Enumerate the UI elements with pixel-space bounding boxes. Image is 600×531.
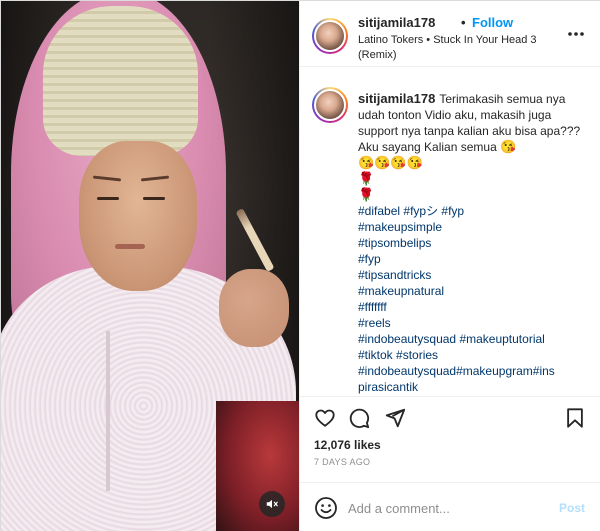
kiss-emoji-row: 😘😘😘😘 — [358, 155, 423, 170]
hashtag-link[interactable]: #tiktok — [358, 348, 393, 362]
post-dialog: sitijamila178 • Follow Latino Tokers • S… — [0, 0, 600, 531]
video-face-eye — [97, 197, 119, 200]
hashtag-row: #tiktok #stories — [358, 347, 590, 363]
caption-username[interactable]: sitijamila178 — [358, 91, 435, 106]
share-icon — [385, 408, 406, 428]
video-face-mouth — [115, 244, 145, 249]
hashtag-link[interactable]: #stories — [396, 348, 438, 362]
hashtag-link[interactable]: #tipsandtricks — [358, 267, 590, 283]
share-button[interactable] — [384, 407, 406, 429]
hashtag-link[interactable]: pirasicantik — [358, 379, 590, 395]
emoji-icon — [315, 497, 337, 519]
hashtag-link[interactable]: #fyp — [358, 251, 590, 267]
post-date[interactable]: 7 DAYS AGO — [314, 457, 370, 467]
video-person-cap — [43, 6, 198, 156]
hashtag-link[interactable]: #fffffff — [358, 299, 590, 315]
post-details-panel: sitijamila178 • Follow Latino Tokers • S… — [299, 1, 600, 531]
header-username[interactable]: sitijamila178 — [358, 15, 435, 30]
hashtag-link[interactable]: #reels — [358, 315, 590, 331]
avatar[interactable] — [312, 18, 348, 54]
rose-emoji: 🌹 — [358, 171, 375, 186]
video-shirt-zipper — [106, 331, 110, 491]
post-comment-button[interactable]: Post — [559, 501, 585, 515]
follow-button[interactable]: Follow — [472, 15, 513, 30]
mute-button[interactable] — [259, 491, 285, 517]
video-face-eye — [143, 197, 165, 200]
save-button[interactable] — [564, 407, 586, 429]
video-red-fabric — [216, 401, 299, 531]
heart-icon — [315, 409, 335, 427]
video-person-face — [79, 141, 197, 291]
post-header: sitijamila178 • Follow Latino Tokers • S… — [300, 1, 600, 67]
hashtag-link[interactable]: #tipsombelips — [358, 235, 590, 251]
likes-count[interactable]: 12,076 likes — [314, 438, 381, 452]
add-comment-bar: Post — [300, 482, 600, 531]
video-person-hand — [219, 269, 289, 347]
comment-button[interactable] — [348, 407, 370, 429]
muted-audio-icon — [266, 499, 278, 509]
hashtag-link[interactable]: #indobeautysquad — [358, 332, 456, 346]
hashtag-row: #difabel #fypシ #fyp — [358, 203, 590, 219]
bookmark-icon — [567, 408, 583, 428]
kiss-emoji: 😘 — [500, 139, 517, 154]
like-button[interactable] — [314, 407, 336, 429]
hashtag-link[interactable]: #fyp — [441, 204, 464, 218]
comment-icon — [349, 408, 370, 429]
post-caption: sitijamila178 Terimakasih semua nya udah … — [358, 91, 590, 395]
caption-avatar[interactable] — [312, 87, 348, 123]
caption-section: sitijamila178 Terimakasih semua nya udah … — [300, 67, 600, 397]
hashtag-row: #indobeautysquad #makeuptutorial — [358, 331, 590, 347]
hashtag-link[interactable]: #indobeautysquad#makeupgram#ins — [358, 363, 590, 379]
hashtag-link[interactable]: #makeuptutorial — [459, 332, 544, 346]
separator-dot: • — [461, 15, 466, 30]
hashtag-link[interactable]: #makeupnatural — [358, 283, 590, 299]
hashtag-link[interactable]: #difabel — [358, 204, 400, 218]
emoji-button[interactable] — [314, 496, 338, 520]
rose-emoji: 🌹 — [358, 187, 375, 202]
hashtag-link[interactable]: #makeupsimple — [358, 219, 590, 235]
audio-track-link[interactable]: Latino Tokers • Stuck In Your Head 3 (Re… — [358, 33, 538, 63]
hashtag-link[interactable]: #fypシ — [403, 204, 438, 218]
more-options-icon[interactable] — [564, 26, 588, 42]
comment-input[interactable] — [348, 497, 548, 519]
video-player[interactable] — [1, 1, 299, 531]
post-actions — [300, 397, 600, 437]
